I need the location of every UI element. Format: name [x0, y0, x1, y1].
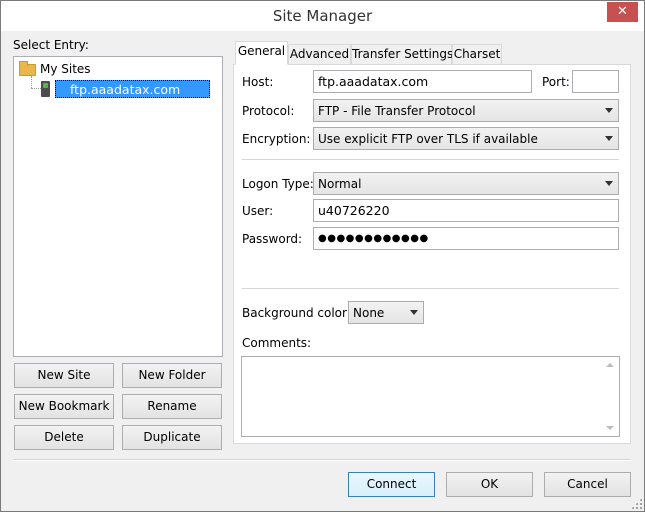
- background-color-label: Background color:: [242, 306, 351, 320]
- scroll-down-icon[interactable]: [606, 426, 614, 430]
- tree-child-label: ftp.aaadatax.com: [55, 80, 210, 98]
- background-color-select-value: None: [353, 306, 385, 320]
- site-tree[interactable]: My Sites ftp.aaadatax.com: [13, 56, 223, 357]
- logon-type-select[interactable]: Normal: [313, 172, 619, 195]
- protocol-label: Protocol:: [242, 104, 295, 118]
- tab-transfer-settings[interactable]: Transfer Settings: [351, 44, 453, 65]
- rename-button[interactable]: Rename: [122, 394, 222, 419]
- scroll-up-icon[interactable]: [606, 363, 614, 367]
- window-title: Site Manager: [272, 7, 373, 25]
- duplicate-button[interactable]: Duplicate: [122, 425, 222, 450]
- password-input[interactable]: ●●●●●●●●●●●●: [313, 227, 619, 250]
- tree-connector-vertical: [31, 76, 32, 88]
- user-label: User:: [242, 204, 274, 218]
- protocol-select-value: FTP - File Transfer Protocol: [318, 104, 476, 118]
- separator: [242, 288, 619, 290]
- select-entry-label: Select Entry:: [13, 38, 89, 52]
- comments-label: Comments:: [242, 336, 312, 350]
- comments-scrollbar[interactable]: [602, 357, 619, 436]
- host-input[interactable]: ftp.aaadatax.com: [313, 70, 532, 93]
- folder-icon: [19, 61, 36, 76]
- separator: [242, 159, 619, 161]
- footer-separator: [13, 459, 631, 461]
- background-color-select[interactable]: None: [348, 301, 424, 324]
- encryption-select[interactable]: Use explicit FTP over TLS if available: [313, 127, 619, 150]
- logon-type-label: Logon Type:: [242, 177, 314, 191]
- tab-advanced[interactable]: Advanced: [288, 44, 351, 65]
- chevron-down-icon: [410, 310, 418, 315]
- close-button[interactable]: ✕: [607, 2, 638, 22]
- encryption-select-value: Use explicit FTP over TLS if available: [318, 132, 538, 146]
- connect-button[interactable]: Connect: [348, 472, 435, 497]
- resize-grip-icon[interactable]: [631, 498, 642, 509]
- port-input[interactable]: [572, 70, 619, 93]
- title-bar[interactable]: Site Manager ✕: [1, 1, 644, 31]
- tree-root-label: My Sites: [40, 62, 91, 76]
- new-bookmark-button[interactable]: New Bookmark: [14, 394, 114, 419]
- protocol-select[interactable]: FTP - File Transfer Protocol: [313, 99, 619, 122]
- chevron-down-icon: [605, 108, 613, 113]
- user-input[interactable]: u40726220: [313, 199, 619, 222]
- encryption-label: Encryption:: [242, 132, 311, 146]
- chevron-down-icon: [605, 136, 613, 141]
- site-manager-window: Site Manager ✕ Select Entry: My Sites ft…: [0, 0, 645, 512]
- cancel-button[interactable]: Cancel: [544, 472, 631, 497]
- tab-general[interactable]: General: [235, 41, 288, 65]
- server-icon: [41, 81, 50, 97]
- new-folder-button[interactable]: New Folder: [122, 363, 222, 388]
- comments-textarea[interactable]: [241, 356, 620, 437]
- host-label: Host:: [242, 75, 274, 89]
- delete-button[interactable]: Delete: [14, 425, 114, 450]
- port-label: Port:: [542, 75, 570, 89]
- chevron-down-icon: [605, 181, 613, 186]
- tree-connector-horizontal: [31, 88, 41, 89]
- new-site-button[interactable]: New Site: [14, 363, 114, 388]
- close-icon: ✕: [617, 4, 628, 19]
- tab-charset[interactable]: Charset: [452, 44, 502, 65]
- ok-button[interactable]: OK: [446, 472, 533, 497]
- logon-type-select-value: Normal: [318, 177, 362, 191]
- password-label: Password:: [242, 232, 303, 246]
